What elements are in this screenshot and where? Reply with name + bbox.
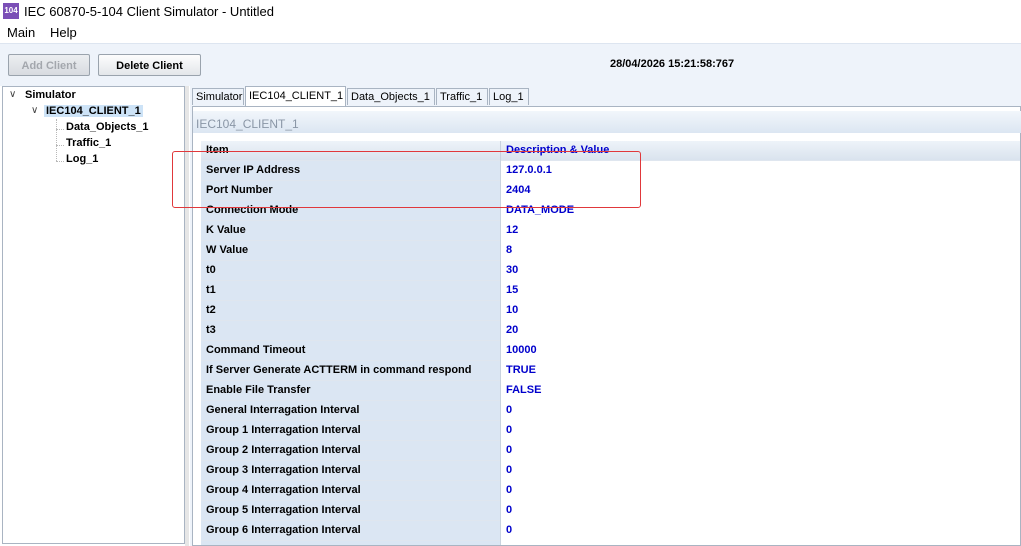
row-value[interactable]: 0	[501, 481, 1020, 501]
table-row[interactable]: W Value 8	[201, 241, 1020, 261]
row-value[interactable]: 127.0.0.1	[501, 161, 1020, 181]
row-value[interactable]: 12	[501, 221, 1020, 241]
row-item-label: Group 7 Interragation Interval	[201, 541, 501, 545]
row-value[interactable]: 20	[501, 321, 1020, 341]
row-item-label: If Server Generate ACTTERM in command re…	[201, 361, 501, 381]
table-row[interactable]: Connection Mode DATA_MODE	[201, 201, 1020, 221]
tree-node-client[interactable]: IEC104_CLIENT_1	[44, 105, 143, 117]
tree-node-simulator[interactable]: Simulator	[25, 89, 76, 101]
row-value[interactable]: 0	[501, 401, 1020, 421]
row-item-label: Group 6 Interragation Interval	[201, 521, 501, 541]
tab-traffic-1[interactable]: Traffic_1	[436, 88, 488, 105]
row-item-label: t1	[201, 281, 501, 301]
column-header-value: Description & Value	[506, 144, 610, 156]
tab-iec104-client-1[interactable]: IEC104_CLIENT_1	[245, 86, 346, 106]
row-value[interactable]: 0	[501, 421, 1020, 441]
row-item-label: Group 5 Interragation Interval	[201, 501, 501, 521]
row-item-label: Command Timeout	[201, 341, 501, 361]
table-row[interactable]: Group 6 Interragation Interval 0	[201, 521, 1020, 541]
row-item-label: Port Number	[201, 181, 501, 201]
row-value[interactable]: FALSE	[501, 381, 1020, 401]
tree-connector	[56, 145, 64, 146]
row-item-label: t0	[201, 261, 501, 281]
row-value[interactable]: 0	[501, 441, 1020, 461]
row-value[interactable]: TRUE	[501, 361, 1020, 381]
table-row[interactable]: General Interragation Interval 0	[201, 401, 1020, 421]
row-item-label: Group 2 Interragation Interval	[201, 441, 501, 461]
table-row[interactable]: t3 20	[201, 321, 1020, 341]
row-value[interactable]: 0	[501, 461, 1020, 481]
menu-bar: Main Help	[0, 23, 1021, 43]
row-item-label: General Interragation Interval	[201, 401, 501, 421]
table-row[interactable]: Group 1 Interragation Interval 0	[201, 421, 1020, 441]
table-row[interactable]: Group 4 Interragation Interval 0	[201, 481, 1020, 501]
panel-header: IEC104_CLIENT_1	[193, 111, 1021, 133]
row-value[interactable]: 15	[501, 281, 1020, 301]
table-row[interactable]: Group 7 Interragation Interval0	[201, 541, 1020, 545]
row-item-label: K Value	[201, 221, 501, 241]
table-row[interactable]: Group 2 Interragation Interval 0	[201, 441, 1020, 461]
splitter[interactable]	[185, 86, 189, 546]
toolbar: Add Client Delete Client 28/04/2026 15:2…	[0, 43, 1021, 86]
tab-simulator[interactable]: Simulator	[192, 88, 244, 105]
row-item-label: Group 3 Interragation Interval	[201, 461, 501, 481]
tree-node-data-objects[interactable]: Data_Objects_1	[66, 121, 149, 133]
grid-header-row: Item Description & Value	[201, 141, 1020, 161]
row-value[interactable]: 0	[501, 541, 1020, 545]
tree-connector	[56, 161, 64, 162]
table-row[interactable]: K Value 12	[201, 221, 1020, 241]
menu-help[interactable]: Help	[50, 25, 77, 40]
expand-client-icon[interactable]: ∨	[31, 105, 38, 116]
row-value[interactable]: 8	[501, 241, 1020, 261]
title-bar: 104 IEC 60870-5-104 Client Simulator - U…	[0, 0, 1021, 23]
main-area: Simulator IEC104_CLIENT_1 Data_Objects_1…	[190, 86, 1021, 546]
table-row[interactable]: Group 5 Interragation Interval 0	[201, 501, 1020, 521]
expand-simulator-icon[interactable]: ∨	[9, 89, 16, 100]
row-value[interactable]: 10	[501, 301, 1020, 321]
client-panel: IEC104_CLIENT_1 Item Description & Value…	[192, 106, 1021, 546]
tab-data-objects-1[interactable]: Data_Objects_1	[347, 88, 435, 105]
table-row[interactable]: Port Number 2404	[201, 181, 1020, 201]
column-header-item: Item	[201, 141, 501, 161]
table-row[interactable]: Enable File Transfer FALSE	[201, 381, 1020, 401]
tree-node-log[interactable]: Log_1	[66, 153, 98, 165]
row-item-label: Enable File Transfer	[201, 381, 501, 401]
row-value[interactable]: 2404	[501, 181, 1020, 201]
table-row[interactable]: t1 15	[201, 281, 1020, 301]
row-value[interactable]: 0	[501, 501, 1020, 521]
tab-log-1[interactable]: Log_1	[489, 88, 529, 105]
panel-title: IEC104_CLIENT_1	[196, 117, 299, 131]
row-item-label: Connection Mode	[201, 201, 501, 221]
row-item-label: t3	[201, 321, 501, 341]
tree-connector	[56, 119, 57, 161]
table-row[interactable]: t0 30	[201, 261, 1020, 281]
row-item-label: Group 1 Interragation Interval	[201, 421, 501, 441]
table-row[interactable]: Group 3 Interragation Interval 0	[201, 461, 1020, 481]
datetime-display: 28/04/2026 15:21:58:767	[610, 58, 735, 70]
row-value[interactable]: 0	[501, 521, 1020, 541]
table-row[interactable]: t2 10	[201, 301, 1020, 321]
row-value[interactable]: DATA_MODE	[501, 201, 1020, 221]
row-item-label: t2	[201, 301, 501, 321]
add-client-button[interactable]: Add Client	[8, 54, 90, 76]
menu-main[interactable]: Main	[7, 25, 35, 40]
window-title: IEC 60870-5-104 Client Simulator - Untit…	[24, 4, 275, 19]
tree-connector	[56, 129, 64, 130]
row-value[interactable]: 30	[501, 261, 1020, 281]
app-icon: 104	[3, 3, 19, 19]
table-row[interactable]: Command Timeout 10000	[201, 341, 1020, 361]
tree-node-traffic[interactable]: Traffic_1	[66, 137, 111, 149]
row-item-label: Group 4 Interragation Interval	[201, 481, 501, 501]
row-item-label: Server IP Address	[201, 161, 501, 181]
table-row[interactable]: Server IP Address 127.0.0.1	[201, 161, 1020, 181]
row-value[interactable]: 10000	[501, 341, 1020, 361]
navigation-tree: ∨ Simulator ∨ IEC104_CLIENT_1 Data_Objec…	[2, 86, 185, 544]
row-item-label: W Value	[201, 241, 501, 261]
table-row[interactable]: If Server Generate ACTTERM in command re…	[201, 361, 1020, 381]
delete-client-button[interactable]: Delete Client	[98, 54, 201, 76]
property-grid: Item Description & Value Server IP Addre…	[201, 141, 1020, 545]
